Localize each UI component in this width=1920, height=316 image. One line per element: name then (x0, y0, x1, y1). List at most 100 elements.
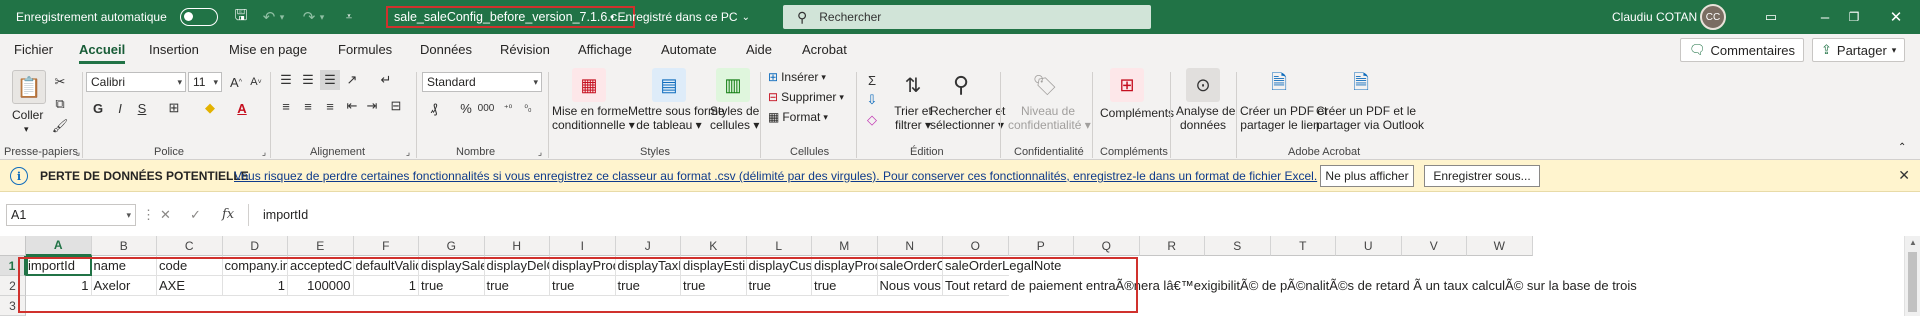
insert-function-icon[interactable]: fx (222, 207, 234, 222)
cell-f1[interactable]: defaultValid (353, 256, 419, 276)
format-as-table-button[interactable]: Mettre sous forme de tableau ▾ (628, 104, 725, 132)
increase-font-icon[interactable]: A ^ (226, 72, 246, 92)
column-header-n[interactable]: N (877, 236, 943, 256)
align-right-icon[interactable]: ≡ (320, 96, 340, 116)
cell-l2[interactable]: true (746, 276, 812, 296)
vertical-scrollbar[interactable]: ▲ (1904, 236, 1920, 316)
chevron-down-icon[interactable]: ▾ (24, 124, 29, 135)
align-bottom-icon[interactable]: ☰ (320, 70, 340, 90)
column-header-g[interactable]: G (419, 236, 485, 256)
row-header-2[interactable]: 2 (0, 276, 26, 296)
paste-icon[interactable]: 📋 (12, 70, 46, 104)
scroll-up-icon[interactable]: ▲ (1909, 238, 1917, 247)
column-header-a[interactable]: A (26, 236, 92, 256)
column-header-t[interactable]: T (1270, 236, 1336, 256)
cancel-icon[interactable]: ✕ (160, 207, 171, 223)
close-icon[interactable]: ✕ (1885, 6, 1907, 28)
align-top-icon[interactable]: ☰ (276, 70, 296, 90)
cell-c1[interactable]: code (157, 256, 223, 276)
cell-m2[interactable]: true (812, 276, 878, 296)
column-header-u[interactable]: U (1336, 236, 1402, 256)
cell-h2[interactable]: true (484, 276, 550, 296)
cell-h1[interactable]: displayDelCo (484, 256, 550, 276)
add-ins-button[interactable]: Compléments (1100, 106, 1174, 120)
column-header-q[interactable]: Q (1074, 236, 1140, 256)
create-pdf-outlook-icon[interactable]: 🗎 (1344, 68, 1378, 102)
cell-styles-button[interactable]: Styles de cellules ▾ (710, 104, 759, 132)
minimize-icon[interactable]: – (1814, 6, 1836, 28)
more-options-icon[interactable]: ⋮ (142, 207, 155, 223)
cell-d2[interactable]: 1 (222, 276, 288, 296)
underline-button[interactable]: S (132, 98, 152, 118)
cell-g1[interactable]: displaySalen (419, 256, 485, 276)
share-button[interactable]: ⇪ Partager ▾ (1812, 38, 1906, 62)
name-box[interactable]: A1 ▾ (6, 204, 136, 226)
tab-accueil[interactable]: Accueil (79, 42, 126, 64)
clear-icon[interactable]: ◇ (862, 110, 882, 130)
fill-color-icon[interactable]: ◆ (200, 98, 220, 118)
dialog-launcher-icon[interactable]: ⌟ (68, 142, 88, 162)
analyze-data-button[interactable]: Analyse de données (1176, 104, 1235, 132)
column-header-b[interactable]: B (91, 236, 157, 256)
cell-styles-icon[interactable]: ▥ (716, 68, 750, 102)
font-name-select[interactable]: Calibri ▾ (86, 72, 186, 92)
close-icon[interactable]: ✕ (1898, 167, 1910, 184)
find-select-icon[interactable]: ⚲ (944, 68, 978, 102)
cell-k1[interactable]: displayEstim (681, 256, 747, 276)
row-header-1[interactable]: 1 (0, 256, 26, 276)
column-header-p[interactable]: P (1008, 236, 1074, 256)
percent-style-icon[interactable]: % (456, 98, 476, 118)
increase-decimal-icon[interactable]: ⁺⁰ (498, 98, 518, 118)
tab-formules[interactable]: Formules (338, 42, 392, 57)
paste-label[interactable]: Coller (12, 108, 43, 122)
save-icon[interactable]: 🖫 (230, 6, 252, 28)
sort-filter-icon[interactable]: ⇅ (896, 68, 930, 102)
orientation-icon[interactable]: ↗ (342, 70, 362, 90)
analyze-data-icon[interactable]: ⊙ (1186, 68, 1220, 102)
tab-donnees[interactable]: Données (420, 42, 472, 57)
column-header-v[interactable]: V (1401, 236, 1467, 256)
column-header-d[interactable]: D (222, 236, 288, 256)
insert-cells-button[interactable]: ⊞ Insérer ▾ (768, 70, 826, 84)
cell-b2[interactable]: Axelor (91, 276, 157, 296)
column-header-m[interactable]: M (812, 236, 878, 256)
cell-i1[interactable]: displayProdu (550, 256, 616, 276)
tab-automate[interactable]: Automate (661, 42, 717, 57)
cell-o1[interactable]: saleOrderLegalNote (943, 256, 1061, 276)
decrease-indent-icon[interactable]: ⇤ (342, 96, 362, 116)
column-header-e[interactable]: E (288, 236, 354, 256)
format-painter-icon[interactable]: 🖌 (50, 116, 70, 136)
toggle-switch-icon[interactable] (180, 8, 218, 26)
increase-indent-icon[interactable]: ⇥ (362, 96, 382, 116)
cell-a2[interactable]: 1 (26, 276, 92, 296)
user-name[interactable]: Claudiu COTAN (1612, 0, 1697, 34)
cell-j1[interactable]: displayTaxDe (615, 256, 681, 276)
maximize-icon[interactable]: ❐ (1843, 6, 1865, 28)
fill-icon[interactable]: ⇩ (862, 90, 882, 110)
formula-input[interactable]: importId (248, 204, 1920, 226)
copy-icon[interactable]: ⧉ (50, 94, 70, 114)
dialog-launcher-icon[interactable]: ⌟ (530, 142, 550, 162)
redo-dropdown-icon[interactable]: ▾ (316, 6, 328, 28)
cell-j2[interactable]: true (615, 276, 681, 296)
cell-i2[interactable]: true (550, 276, 616, 296)
column-header-j[interactable]: J (615, 236, 681, 256)
column-header-h[interactable]: H (484, 236, 550, 256)
save-status[interactable]: • Enregistré dans ce PC ⌄ (610, 0, 750, 34)
cell-f2[interactable]: 1 (353, 276, 419, 296)
italic-button[interactable]: I (110, 98, 130, 118)
autosum-icon[interactable]: Σ (862, 70, 882, 90)
column-header-s[interactable]: S (1205, 236, 1271, 256)
format-as-table-icon[interactable]: ▤ (652, 68, 686, 102)
autosave-toggle[interactable] (180, 0, 218, 34)
cell-c2[interactable]: AXE (157, 276, 223, 296)
undo-dropdown-icon[interactable]: ▾ (276, 6, 288, 28)
create-pdf-outlook-button[interactable]: Créer un PDF et le partager via Outlook (1316, 104, 1424, 132)
comma-style-icon[interactable]: 000 (476, 98, 496, 118)
dialog-launcher-icon[interactable]: ⌟ (398, 142, 418, 162)
merge-center-icon[interactable]: ⊟ (386, 96, 406, 116)
customize-toolbar-icon[interactable]: ⩡ (338, 6, 360, 28)
align-left-icon[interactable]: ≡ (276, 96, 296, 116)
column-header-c[interactable]: C (157, 236, 223, 256)
avatar[interactable]: CC (1700, 4, 1726, 30)
